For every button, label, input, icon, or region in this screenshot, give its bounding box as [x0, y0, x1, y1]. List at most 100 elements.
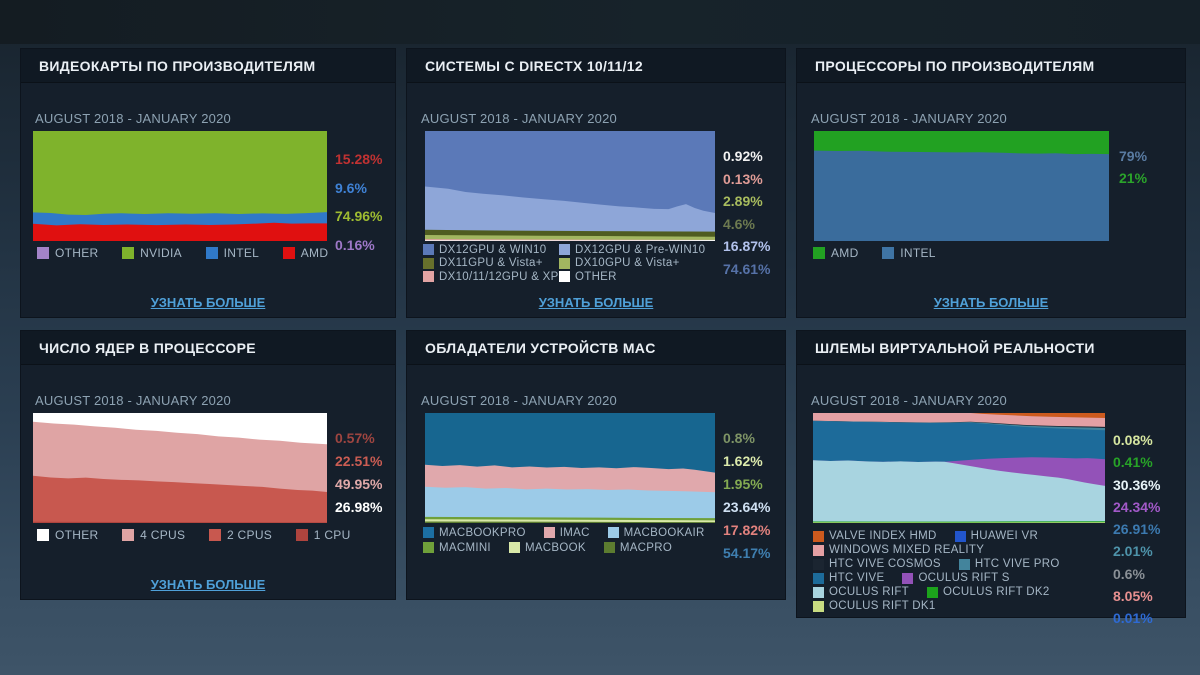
value-rift-dk2: 0.41%: [1113, 454, 1153, 471]
value-intel: 79%: [1119, 148, 1148, 164]
legend-swatch: [813, 558, 824, 570]
value-macbookair: 23.64%: [723, 499, 771, 515]
legend-swatch: [508, 542, 520, 553]
learn-more-link[interactable]: УЗНАТЬ БОЛЬШЕ: [797, 295, 1185, 310]
chart-period-label: AUGUST 2018 - JANUARY 2020: [811, 111, 1007, 126]
legend-item: 4 CPUS: [122, 528, 185, 542]
learn-more-link[interactable]: УЗНАТЬ БОЛЬШЕ: [21, 577, 395, 592]
value-rift: 30.36%: [1113, 476, 1161, 493]
legend-swatch: [902, 572, 914, 584]
top-dark-band: [0, 0, 1200, 44]
legend-swatch: [208, 529, 221, 541]
legend-item: INTEL: [205, 246, 260, 260]
value-dx12-prewin10: 16.87%: [723, 238, 771, 255]
legend-item: DX12GPU & Pre-WIN10: [559, 244, 705, 256]
legend-item: MACBOOKPRO: [423, 527, 526, 539]
legend-swatch: [559, 244, 570, 256]
gpu-vendors-area-chart: [33, 131, 327, 241]
legend-swatch: [559, 271, 570, 283]
legend-swatch: [607, 527, 619, 538]
panel-title: ПРОЦЕССОРЫ ПО ПРОИЗВОДИТЕЛЯМ: [797, 49, 1185, 83]
legend-swatch: [423, 542, 434, 553]
legend-swatch: [37, 529, 49, 541]
legend-swatch: [205, 247, 218, 259]
legend-item: INTEL: [882, 246, 936, 260]
legend-item: DX11GPU & Vista+: [423, 257, 559, 269]
panel-title: ВИДЕОКАРТЫ ПО ПРОИЗВОДИТЕЛЯМ: [21, 49, 395, 83]
legend-swatch: [954, 530, 966, 542]
legend-swatch: [543, 527, 555, 538]
legend-swatch: [282, 247, 295, 259]
value-nvidia: 74.96%: [335, 208, 383, 225]
value-dx-xp: 0.13%: [723, 170, 763, 187]
value-other: 0.92%: [723, 148, 763, 164]
legend-item: NVIDIA: [122, 246, 182, 260]
value-macbookpro: 54.17%: [723, 545, 771, 561]
legend-swatch: [423, 271, 434, 283]
cpu-cores-area-chart: [33, 413, 327, 523]
legend-swatch: [423, 527, 434, 538]
panel-cpu-vendors: ПРОЦЕССОРЫ ПО ПРОИЗВОДИТЕЛЯМ AUGUST 2018…: [796, 48, 1186, 318]
legend-item: DX10GPU & Vista+: [559, 257, 680, 269]
panel-title: ОБЛАДАТЕЛИ УСТРОЙСТВ MAC: [407, 331, 785, 365]
learn-more-link[interactable]: УЗНАТЬ БОЛЬШЕ: [21, 295, 395, 310]
legend-item: VALVE INDEX HMD: [813, 530, 937, 542]
legend-item: AMD: [813, 246, 859, 260]
value-intel: 9.6%: [335, 179, 367, 196]
learn-more-link[interactable]: УЗНАТЬ БОЛЬШЕ: [407, 295, 785, 310]
legend-item: WINDOWS MIXED REALITY: [813, 544, 984, 556]
legend-swatch: [423, 257, 434, 269]
chart-period-label: AUGUST 2018 - JANUARY 2020: [421, 111, 617, 126]
value-macmini: 1.95%: [723, 476, 763, 492]
mac-devices-area-chart: [425, 413, 715, 523]
value-4cpus: 49.95%: [335, 476, 383, 492]
value-other: 26.98%: [335, 499, 383, 515]
panel-directx-systems: СИСТЕМЫ С DIRECTX 10/11/12 AUGUST 2018 -…: [406, 48, 786, 318]
panel-title: ЧИСЛО ЯДЕР В ПРОЦЕССОРЕ: [21, 331, 395, 365]
legend-item: MACPRO: [603, 542, 672, 554]
legend-swatch: [122, 529, 135, 541]
value-rift-s: 24.34%: [1113, 498, 1161, 515]
panel-title: СИСТЕМЫ С DIRECTX 10/11/12: [407, 49, 785, 83]
chart-period-label: AUGUST 2018 - JANUARY 2020: [811, 393, 1007, 408]
legend-item: OTHER: [559, 271, 617, 283]
legend-item: DX12GPU & WIN10: [423, 244, 559, 256]
legend-swatch: [958, 558, 970, 570]
legend-swatch: [603, 542, 615, 553]
legend-swatch: [37, 247, 49, 259]
directx-area-chart: [425, 131, 715, 241]
legend-item: OTHER: [37, 246, 99, 260]
legend-item: AMD: [282, 246, 329, 260]
series-amd: [33, 222, 327, 241]
panel-gpu-vendors: ВИДЕОКАРТЫ ПО ПРОИЗВОДИТЕЛЯМ AUGUST 2018…: [20, 48, 396, 318]
legend-swatch: [813, 247, 825, 259]
value-amd: 15.28%: [335, 151, 383, 167]
legend-item: MACMINI: [423, 542, 491, 554]
value-1cpu: 0.57%: [335, 430, 375, 446]
legend-item: HTC VIVE: [813, 572, 884, 584]
value-vive-cosmos: 0.6%: [1113, 565, 1145, 582]
chart-period-label: AUGUST 2018 - JANUARY 2020: [35, 111, 231, 126]
legend-item: OCULUS RIFT S: [902, 572, 1009, 584]
value-2cpus: 22.51%: [335, 453, 383, 469]
value-htc-vive: 26.91%: [1113, 521, 1161, 538]
value-dx10gpu: 2.89%: [723, 193, 763, 210]
legend-swatch: [295, 529, 308, 541]
value-imac: 17.82%: [723, 522, 771, 538]
legend-swatch: [813, 586, 824, 598]
legend-swatch: [926, 586, 938, 598]
legend-item: OCULUS RIFT DK2: [926, 586, 1050, 598]
legend-swatch: [813, 544, 824, 556]
legend-item: 1 CPU: [295, 528, 351, 542]
series-intel: [814, 150, 1109, 241]
legend-item: OCULUS RIFT: [813, 586, 909, 598]
legend-swatch: [813, 530, 824, 542]
legend-swatch: [813, 600, 824, 612]
legend-item: DX10/11/12GPU & XP: [423, 271, 559, 283]
legend-item: OTHER: [37, 528, 99, 542]
cpu-vendors-area-chart: [814, 131, 1109, 241]
value-vive-pro: 2.01%: [1113, 543, 1153, 560]
value-huawei: 0.01%: [1113, 610, 1153, 627]
value-wmr: 8.05%: [1113, 588, 1153, 605]
legend-item: HTC VIVE PRO: [958, 558, 1060, 570]
